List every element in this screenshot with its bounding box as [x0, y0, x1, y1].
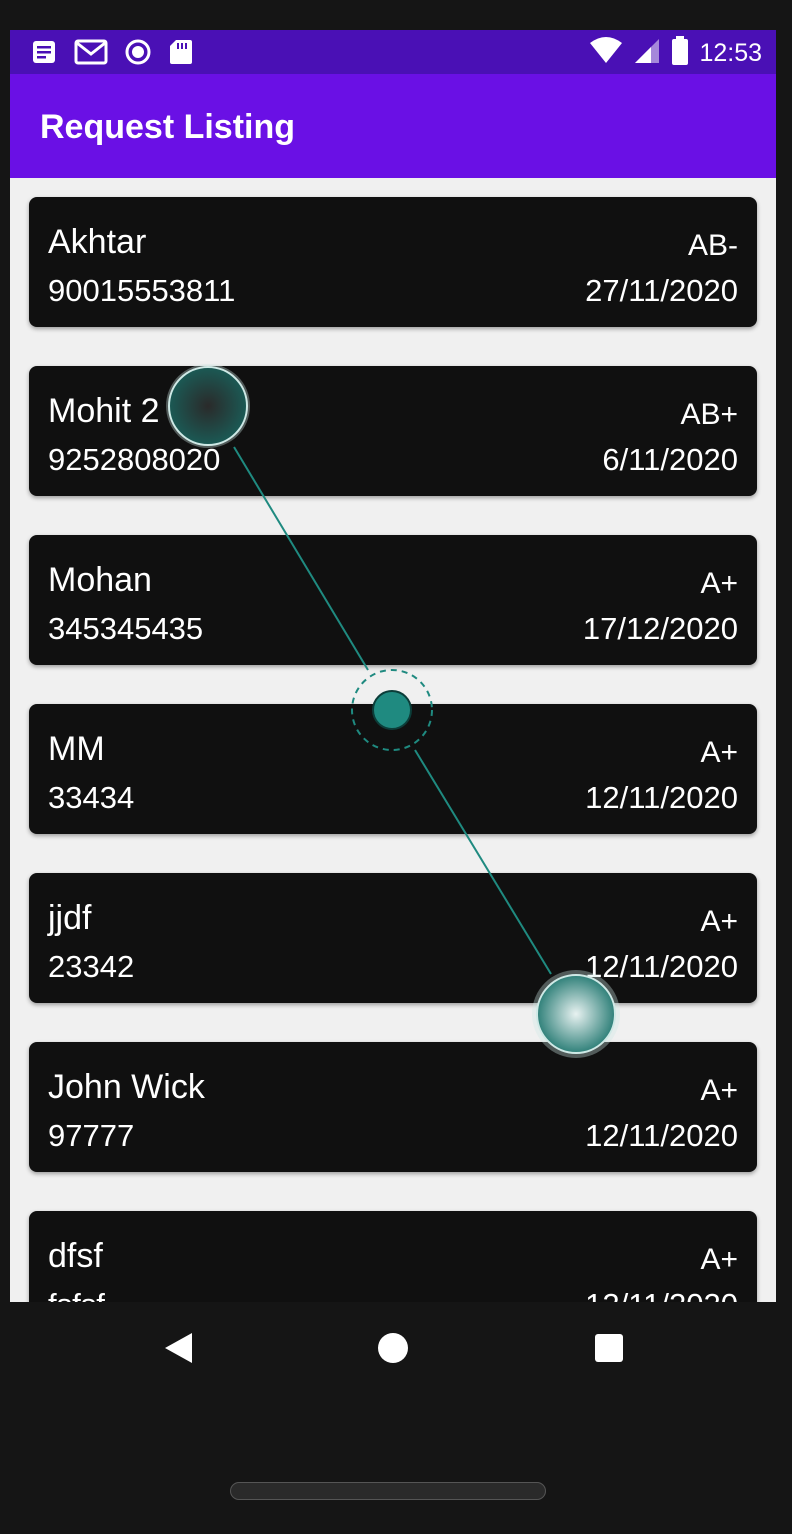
- home-icon[interactable]: [377, 1330, 409, 1371]
- gmail-icon: [74, 38, 108, 71]
- request-name: jjdf: [48, 899, 92, 937]
- request-blood-group: A+: [700, 905, 738, 938]
- request-card[interactable]: John Wick 97777 A+ 12/11/2020: [29, 1042, 757, 1172]
- request-date: 12/11/2020: [585, 780, 738, 815]
- request-card[interactable]: Mohit 2 9252808020 AB+ 6/11/2020: [29, 366, 757, 496]
- request-date: 12/11/2020: [585, 1118, 738, 1153]
- request-phone: 97777: [48, 1118, 135, 1153]
- request-name: dfsf: [48, 1237, 103, 1275]
- battery-icon: [671, 36, 689, 71]
- request-blood-group: A+: [700, 1243, 738, 1276]
- status-bar: 12:53: [10, 30, 776, 74]
- app-screen: 12:53 Request Listing Akhtar 90015553811…: [10, 30, 776, 1302]
- request-phone: 33434: [48, 780, 135, 815]
- request-blood-group: A+: [700, 736, 738, 769]
- request-date: 27/11/2020: [585, 273, 738, 308]
- request-name: MM: [48, 730, 105, 768]
- request-date: 6/11/2020: [602, 442, 738, 477]
- request-phone: 90015553811: [48, 273, 236, 308]
- page-title: Request Listing: [40, 108, 296, 146]
- request-card[interactable]: jjdf 23342 A+ 12/11/2020: [29, 873, 757, 1003]
- request-blood-group: AB+: [680, 398, 738, 431]
- device-frame: 12:53 Request Listing Akhtar 90015553811…: [0, 0, 792, 1534]
- signal-icon: [633, 37, 661, 70]
- sd-card-icon: [168, 38, 194, 71]
- request-list[interactable]: Akhtar 90015553811 AB- 27/11/2020 Mohit …: [10, 178, 776, 1302]
- request-date: 17/12/2020: [582, 611, 738, 646]
- record-icon: [124, 38, 152, 71]
- request-phone: 23342: [48, 949, 135, 984]
- request-date: 12/11/2020: [585, 949, 738, 984]
- request-date: 12/11/2020: [585, 1287, 738, 1302]
- recents-icon[interactable]: [594, 1330, 624, 1371]
- request-card[interactable]: Mohan 345345435 A+ 17/12/2020: [29, 535, 757, 665]
- request-phone: fsfsf: [48, 1287, 105, 1302]
- request-name: Akhtar: [48, 223, 147, 261]
- request-name: John Wick: [48, 1068, 205, 1106]
- request-blood-group: A+: [700, 567, 738, 600]
- request-blood-group: A+: [700, 1074, 738, 1107]
- request-phone: 9252808020: [48, 442, 221, 477]
- request-card[interactable]: MM 33434 A+ 12/11/2020: [29, 704, 757, 834]
- back-icon[interactable]: [162, 1330, 194, 1371]
- status-clock: 12:53: [699, 39, 762, 67]
- home-indicator[interactable]: [230, 1482, 546, 1500]
- request-card[interactable]: Akhtar 90015553811 AB- 27/11/2020: [29, 197, 757, 327]
- notes-icon: [30, 38, 58, 71]
- request-name: Mohan: [48, 561, 152, 599]
- request-phone: 345345435: [48, 611, 204, 646]
- request-card[interactable]: dfsf fsfsf A+ 12/11/2020: [29, 1211, 757, 1302]
- request-blood-group: AB-: [687, 229, 738, 262]
- request-name: Mohit 2: [48, 392, 160, 430]
- app-bar: Request Listing: [10, 74, 776, 178]
- wifi-icon: [589, 37, 623, 70]
- navigation-bar: [0, 1302, 792, 1392]
